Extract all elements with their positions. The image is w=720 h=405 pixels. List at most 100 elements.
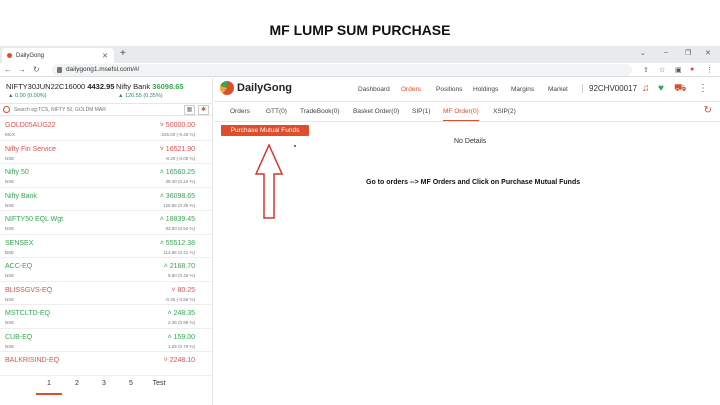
page-test[interactable]: Test <box>146 380 172 387</box>
client-id[interactable]: 92CHV00017 <box>582 84 637 93</box>
index-change-2: ▲ 126.55 (0.35%) <box>118 93 163 99</box>
watchlist-ltp-value: 248.35 <box>173 310 195 317</box>
page-1[interactable]: 1 <box>36 380 62 395</box>
trend-icon: ˅ <box>159 122 164 129</box>
bell-icon[interactable]: ♫ <box>642 83 650 94</box>
logo[interactable]: DailyGong <box>220 81 292 95</box>
tab-orders[interactable]: Orders <box>230 108 250 115</box>
extension-icon[interactable]: ● <box>690 66 694 73</box>
watchlist-symbol: BALKRISIND-EQ <box>5 357 60 364</box>
watchlist-exchange: NSE <box>5 343 15 349</box>
reload-icon[interactable]: ↻ <box>33 65 40 74</box>
logo-text: DailyGong <box>237 82 293 94</box>
watchlist-row[interactable]: BALKRISIND-EQ ˅ 2248.10 <box>0 352 213 376</box>
watchlist-ltp-value: 16560.25 <box>165 169 195 176</box>
share-icon[interactable]: ⇪ <box>643 66 649 74</box>
watchlist-symbol: Nifty Fin Service <box>5 145 56 153</box>
watchlist-ltp-value: 50000.00 <box>165 122 195 129</box>
watchlist-change: 114.85 (0.21 %) <box>163 249 195 255</box>
menu-icon[interactable]: ⋮ <box>706 66 713 74</box>
tab-sip[interactable]: SIP(1) <box>412 108 430 115</box>
watchlist-exchange: NSE <box>5 320 15 325</box>
watchlist-row[interactable]: Nifty 50 NSE ˄ 16560.25 39.40 (0.24 %) <box>0 164 213 188</box>
nav-positions[interactable]: Positions <box>436 86 462 93</box>
url-field[interactable]: dailygong1.msefsl.com/#/ <box>52 64 632 76</box>
watchlist-row[interactable]: CUB-EQ NSE ˄ 159.00 1.25 (0.79 %) <box>0 329 213 352</box>
close-icon[interactable]: ✕ <box>102 52 108 60</box>
nav-orders[interactable]: Orders <box>401 86 421 93</box>
nav-market[interactable]: Market <box>548 86 568 93</box>
watchlist-row[interactable]: Nifty Bank NSE ˄ 36098.65 126.55 (0.35 %) <box>0 188 213 211</box>
star-icon[interactable]: ☆ <box>659 66 665 74</box>
logo-icon <box>220 81 234 95</box>
tab-xsip[interactable]: XSIP(2) <box>493 108 516 115</box>
cart-icon[interactable]: ⛟ <box>674 83 687 96</box>
watchlist-ltp-value: 36098.65 <box>165 192 195 200</box>
watchlist-symbol: Nifty 50 <box>5 169 29 176</box>
back-icon[interactable]: ← <box>4 65 12 74</box>
new-tab-icon[interactable]: + <box>120 48 126 59</box>
sidebar-icon[interactable]: ▣ <box>675 66 682 74</box>
browser-tab-bar: DailyGong ✕ + ⌄ – ❐ ✕ <box>0 46 720 63</box>
watchlist-row[interactable]: NIFTY50 EQL Wgt NSE ˄ 18839.45 93.50 (0.50 … <box>0 211 213 235</box>
watchlist-row[interactable]: GOLD05AUG22 MCX ˅ 50000.00 -225.00 (-0.45 %… <box>0 117 213 141</box>
browser-tab[interactable]: DailyGong ✕ <box>2 48 114 63</box>
index-ticker-2: Nifty Bank 36098.65 <box>116 82 184 91</box>
watchlist-ltp-value: 80.25 <box>177 286 195 294</box>
trend-icon: ˅ <box>171 286 176 294</box>
index-change: 126.55 (0.35%) <box>124 93 163 99</box>
watchlist-row[interactable]: MSTCLTD-EQ NSE ˄ 248.35 2.35 (0.96 %) <box>0 305 213 329</box>
page-5[interactable]: 5 <box>118 380 144 387</box>
minimize-icon[interactable]: – <box>664 49 668 56</box>
nav-dashboard[interactable]: Dashboard <box>358 86 390 93</box>
grid-icon[interactable]: ▦ <box>184 105 195 115</box>
watchlist-ltp: ˄ 36098.65 <box>160 193 195 200</box>
watchlist-ltp: ˄ 16560.25 <box>160 169 195 176</box>
cursor-dot <box>294 145 296 147</box>
page-3[interactable]: 3 <box>91 380 117 387</box>
search-bar: ▦ ✱ <box>0 103 213 116</box>
watchlist-change: -8.20 (-0.05 %) <box>164 155 195 161</box>
watchlist-ltp-value: 16521.90 <box>165 145 195 153</box>
purchase-mutual-funds-button[interactable]: Purchase Mutual Funds <box>221 125 309 136</box>
watchlist-ltp-value: 159.00 <box>173 333 195 341</box>
watchlist-row[interactable]: Nifty Fin Service NSE ˅ 16521.90 -8.20 (-0.… <box>0 141 213 164</box>
tab-tradebook[interactable]: TradeBook(0) <box>300 108 340 115</box>
watchlist-ltp: ˄ 2168.70 <box>164 263 195 270</box>
window-close-icon[interactable]: ✕ <box>705 49 711 57</box>
page-2[interactable]: 2 <box>64 380 90 387</box>
search-icon <box>3 106 10 113</box>
chevron-down-icon[interactable]: ⌄ <box>640 49 646 57</box>
watchlist-ltp: ˄ 159.00 <box>168 334 195 341</box>
kebab-menu-icon[interactable]: ⋮ <box>698 83 708 94</box>
trend-icon: ˄ <box>159 169 164 176</box>
lock-icon <box>57 67 62 73</box>
watchlist-exchange: MCX <box>5 132 15 137</box>
trend-icon: ˄ <box>167 333 172 341</box>
watchlist-row[interactable]: ACC-EQ NSE ˄ 2168.70 9.80 (0.45 %) <box>0 258 213 282</box>
tab-gtt[interactable]: GTT(0) <box>266 108 287 115</box>
index-value: 4432.95 <box>87 82 115 91</box>
watchlist-ltp-value: 55512.38 <box>165 239 195 247</box>
watchlist-ltp: ˅ 2248.10 <box>164 357 195 364</box>
tab-mf-order[interactable]: MF Order(0) <box>443 108 479 121</box>
order-subtabs: Orders GTT(0) TradeBook(0) Basket Order(… <box>214 102 720 122</box>
search-input[interactable] <box>14 105 180 115</box>
watchlist-ltp: ˅ 80.25 <box>171 287 195 294</box>
nav-holdings[interactable]: Holdings <box>473 86 498 93</box>
watchlist-change: 1.25 (0.79 %) <box>167 343 195 349</box>
watchlist-row[interactable]: SENSEX BSE ˄ 55512.38 114.85 (0.21 %) <box>0 235 213 258</box>
tab-basket-order[interactable]: Basket Order(0) <box>353 108 399 115</box>
nav-margins[interactable]: Margins <box>511 86 534 93</box>
watchlist-row[interactable]: BLISSGVS-EQ NSE ˅ 80.25 -0.45 (-0.56 %) <box>0 282 213 305</box>
watchlist-change: 126.55 (0.35 %) <box>162 202 195 208</box>
watchlist-symbol: ACC-EQ <box>5 263 33 270</box>
gear-icon[interactable]: ✱ <box>198 105 209 115</box>
watchlist-exchange: NSE <box>5 296 15 302</box>
maximize-icon[interactable]: ❐ <box>685 49 691 57</box>
watchlist: GOLD05AUG22 MCX ˅ 50000.00 -225.00 (-0.45 %… <box>0 117 213 376</box>
refresh-icon[interactable]: ↻ <box>704 105 712 116</box>
forward-icon[interactable]: → <box>18 65 26 74</box>
watchlist-change: -225.00 (-0.45 %) <box>159 132 195 137</box>
heart-icon[interactable]: ♥ <box>658 83 664 94</box>
